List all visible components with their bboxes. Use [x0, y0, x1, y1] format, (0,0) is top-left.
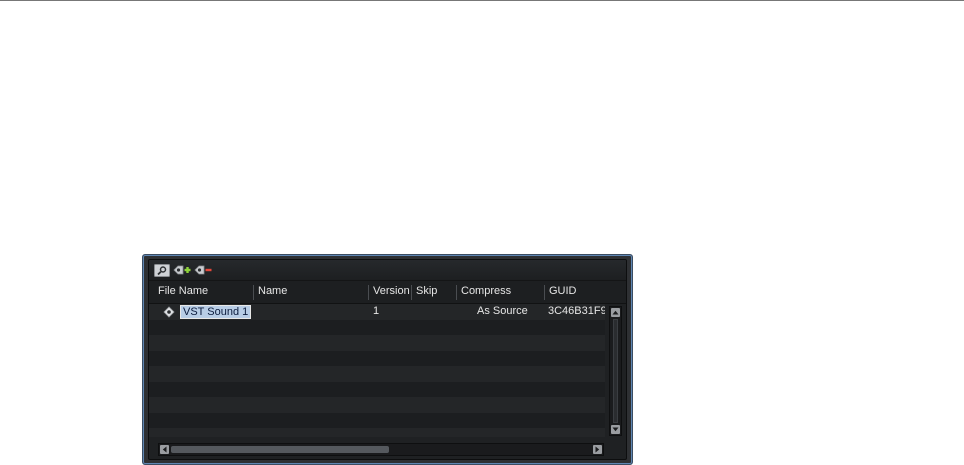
add-volume-icon — [173, 265, 191, 275]
table-row[interactable]: VST Sound 1 1 As Source 3C46B31F9 — [149, 304, 605, 320]
vst-sound-panel: File Name Name Version Skip Compress GUI… — [142, 254, 633, 465]
top-divider — [0, 0, 964, 1]
scroll-down-button[interactable] — [611, 425, 620, 434]
column-header-name[interactable]: Name — [253, 281, 368, 303]
skip-cell — [416, 304, 456, 319]
search-icon — [154, 263, 170, 277]
arrow-right-icon — [595, 446, 600, 453]
arrow-left-icon — [162, 446, 167, 453]
arrow-down-icon — [612, 427, 619, 432]
table-row-empty — [149, 428, 605, 437]
scroll-left-button[interactable] — [160, 445, 169, 454]
column-header-guid[interactable]: GUID — [544, 281, 605, 303]
horizontal-scrollbar[interactable] — [158, 443, 604, 456]
table-row-empty — [149, 319, 605, 335]
version-cell: 1 — [373, 305, 380, 317]
scroll-up-button[interactable] — [611, 308, 620, 317]
toolbar — [149, 260, 626, 281]
horizontal-scroll-thumb[interactable] — [171, 446, 389, 453]
remove-volume-button[interactable] — [194, 262, 212, 278]
column-header-skip[interactable]: Skip — [411, 281, 456, 303]
table-row-empty — [149, 397, 605, 413]
table-row-empty — [149, 381, 605, 397]
table-row-empty — [149, 366, 605, 382]
search-button[interactable] — [153, 262, 171, 278]
vertical-scroll-thumb[interactable] — [613, 319, 618, 423]
column-header-compress[interactable]: Compress — [456, 281, 544, 303]
panel-content: File Name Name Version Skip Compress GUI… — [148, 259, 627, 460]
file-name-edit-field[interactable]: VST Sound 1 — [180, 305, 252, 319]
column-header-version[interactable]: Version — [368, 281, 411, 303]
add-volume-button[interactable] — [173, 262, 191, 278]
table-row-empty — [149, 350, 605, 366]
remove-volume-icon — [194, 265, 212, 275]
name-cell — [258, 304, 368, 319]
column-header-file-name[interactable]: File Name — [153, 281, 253, 303]
table-body: VST Sound 1 1 As Source 3C46B31F9 — [149, 304, 605, 437]
table-row-empty — [149, 412, 605, 428]
page: File Name Name Version Skip Compress GUI… — [0, 0, 964, 465]
arrow-up-icon — [612, 310, 619, 315]
vst-sound-icon — [163, 306, 175, 318]
table-header: File Name Name Version Skip Compress GUI… — [149, 281, 626, 304]
table-row-empty — [149, 335, 605, 351]
vertical-scrollbar[interactable] — [609, 306, 622, 436]
compress-cell[interactable]: As Source — [477, 304, 544, 319]
guid-cell: 3C46B31F9 — [548, 305, 605, 317]
scroll-right-button[interactable] — [593, 445, 602, 454]
